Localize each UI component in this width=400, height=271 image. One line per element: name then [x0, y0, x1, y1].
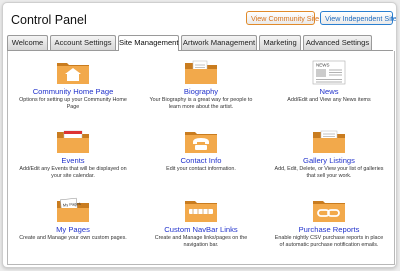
item-purchase-reports[interactable]: Purchase Reports Enable nightly CSV purc… [269, 197, 389, 248]
item-label: My Pages [56, 225, 90, 234]
tab-artwork-management[interactable]: Artwork Management [181, 35, 257, 50]
item-my-pages[interactable]: My Pages My Pages Create and Manage your… [13, 197, 133, 242]
newspaper-icon: NEWS [312, 60, 346, 85]
item-label: Custom NavBar Links [164, 225, 238, 234]
item-contact-info[interactable]: Contact Info Edit your contact informati… [141, 128, 261, 173]
navbar-links-icon [185, 201, 217, 222]
item-description: Add, Edit, Delete, or View your list of … [274, 166, 384, 179]
item-label: Events [61, 156, 85, 165]
pages-icon: My Pages [57, 197, 89, 222]
item-description: Add/Edit any Events that will be display… [19, 166, 127, 179]
item-label: Community Home Page [32, 87, 114, 96]
tab-bar: Welcome Account Settings Site Management… [7, 35, 393, 51]
tab-welcome[interactable]: Welcome [7, 35, 48, 50]
item-custom-navbar-links[interactable]: Custom NavBar Links Create and Manage li… [141, 197, 261, 248]
control-panel-window: Control Panel View Community Site View I… [2, 2, 397, 268]
item-label: Gallery Listings [303, 156, 355, 165]
item-label: Purchase Reports [298, 225, 360, 234]
tab-advanced-settings[interactable]: Advanced Settings [303, 35, 372, 50]
item-description: Options for setting up your Community Ho… [19, 97, 127, 110]
telephone-icon [185, 132, 217, 153]
item-community-home-page[interactable]: Community Home Page Options for setting … [13, 59, 133, 110]
page-title: Control Panel [11, 13, 87, 27]
news-header-text: NEWS [316, 63, 330, 68]
view-community-site-label: View Community Site [251, 14, 320, 23]
view-community-site-button[interactable]: View Community Site [246, 11, 328, 25]
item-label: News [319, 87, 339, 96]
item-description: Create and Manage links/pages on the nav… [154, 235, 248, 248]
tab-account-settings[interactable]: Account Settings [50, 35, 116, 50]
view-independent-site-button[interactable]: View Independent Site [320, 11, 396, 25]
item-events[interactable]: Events Add/Edit any Events that will be … [13, 128, 133, 179]
tab-marketing[interactable]: Marketing [259, 35, 301, 50]
item-label: Biography [183, 87, 219, 96]
item-description: Edit your contact information. [166, 166, 236, 172]
item-description: Your Biography is a great way for people… [149, 97, 253, 110]
view-independent-site-label: View Independent Site [325, 14, 397, 23]
item-biography[interactable]: Biography Your Biography is a great way … [141, 59, 261, 110]
home-icon [57, 63, 89, 84]
gallery-icon [313, 130, 345, 153]
item-news[interactable]: NEWS News Add/Edit and View any News ite… [269, 59, 389, 104]
tab-site-management[interactable]: Site Management [118, 35, 179, 51]
item-description: Create and Manage your own custom pages. [19, 235, 127, 241]
item-description: Enable nightly CSV purchase reports in p… [274, 235, 384, 248]
document-icon [185, 60, 217, 84]
item-description: Add/Edit and View any News items [287, 97, 371, 103]
calendar-icon [57, 130, 89, 153]
item-label: Contact Info [180, 156, 222, 165]
chain-link-icon [313, 201, 345, 222]
item-gallery-listings[interactable]: Gallery Listings Add, Edit, Delete, or V… [269, 128, 389, 179]
site-management-content: Community Home Page Options for setting … [7, 51, 395, 265]
